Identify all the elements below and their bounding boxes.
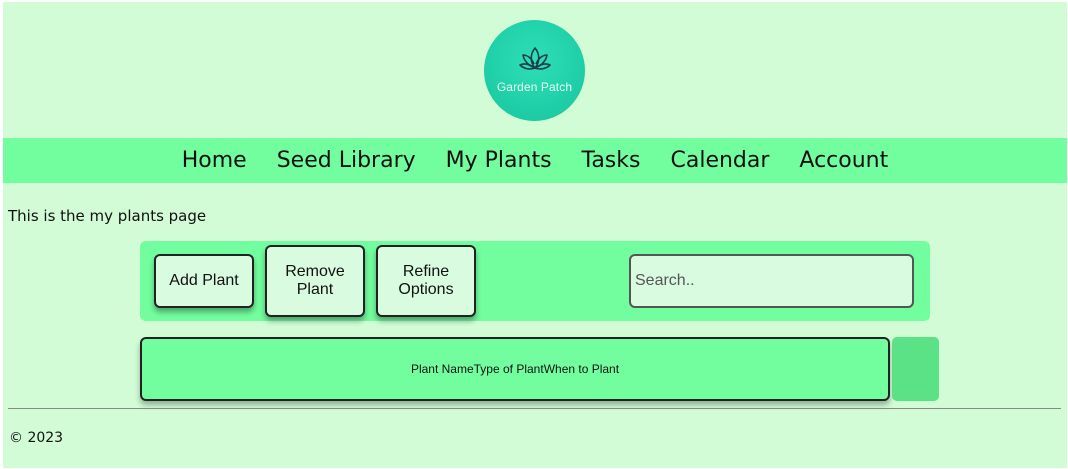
refine-options-button[interactable]: Refine Options (376, 245, 476, 317)
column-when-to-plant: When to Plant (543, 362, 620, 376)
nav-my-plants[interactable]: My Plants (446, 148, 552, 173)
search-input[interactable] (629, 254, 914, 308)
nav-home[interactable]: Home (182, 148, 247, 173)
footer-divider (8, 408, 1061, 409)
plants-table-header: Plant Name Type of Plant When to Plant (140, 337, 890, 401)
page-intro: This is the my plants page (8, 207, 207, 225)
logo-text: Garden Patch (496, 79, 573, 94)
add-plant-button[interactable]: Add Plant (154, 254, 254, 308)
column-plant-name: Plant Name (410, 362, 474, 376)
column-type-of-plant: Type of Plant (473, 362, 544, 376)
lotus-leaf-icon (518, 46, 551, 70)
nav-seed-library[interactable]: Seed Library (277, 148, 416, 173)
nav-account[interactable]: Account (799, 148, 888, 173)
nav-tasks[interactable]: Tasks (582, 148, 641, 173)
footer-copyright: © 2023 (9, 430, 64, 446)
logo[interactable]: Garden Patch (484, 20, 585, 121)
plant-toolbar: Add Plant Remove Plant Refine Options (140, 241, 930, 321)
main-nav: Home Seed Library My Plants Tasks Calend… (3, 138, 1067, 183)
page-frame: Garden Patch Home Seed Library My Plants… (3, 2, 1067, 468)
table-side-panel (892, 337, 939, 401)
remove-plant-button[interactable]: Remove Plant (265, 245, 365, 317)
nav-calendar[interactable]: Calendar (670, 148, 769, 173)
